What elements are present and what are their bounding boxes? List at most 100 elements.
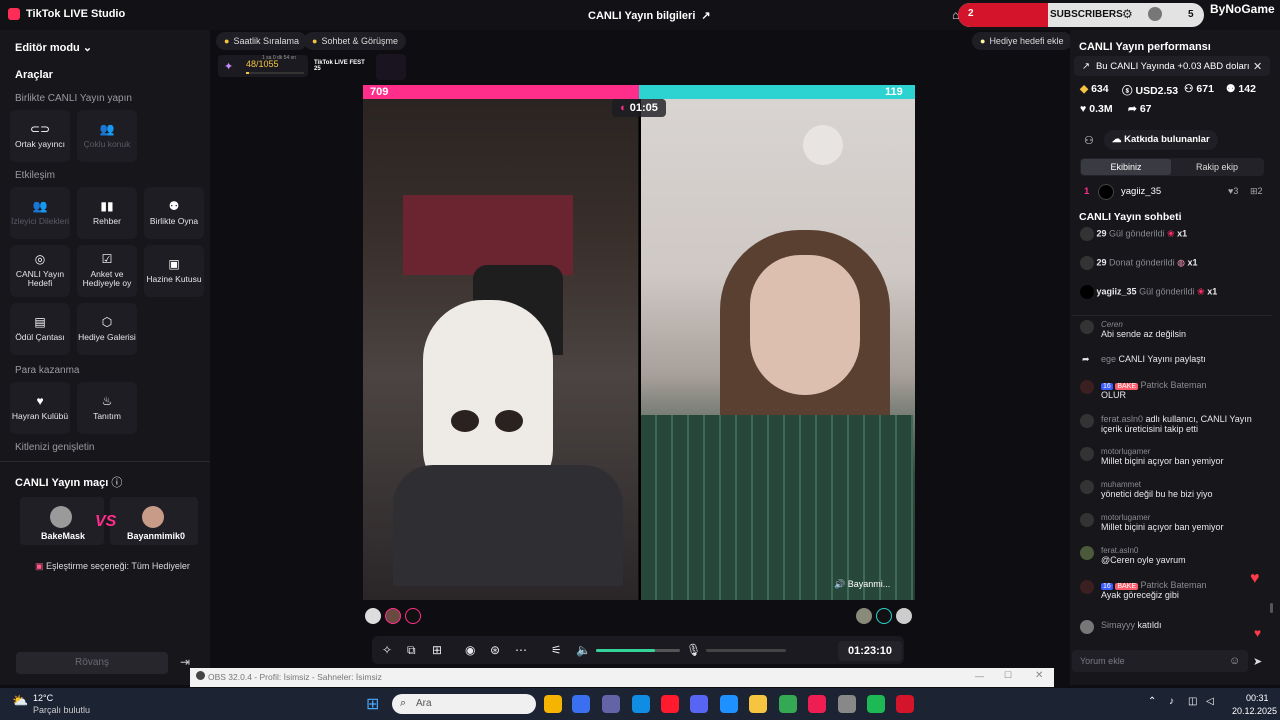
share-icon[interactable]: ↗ xyxy=(701,9,710,22)
chat-scrollbar[interactable] xyxy=(1270,603,1273,613)
match-option[interactable]: ▣ Eşleştirme seçeneği: Tüm Hediyeler xyxy=(35,561,190,572)
discord-icon[interactable] xyxy=(690,695,708,713)
live-info-title[interactable]: CANLI Yayın bilgileri ↗ xyxy=(588,9,711,23)
avatar[interactable] xyxy=(896,608,912,624)
speaker-icon[interactable]: 🔈 xyxy=(576,643,591,657)
chat-username[interactable]: Ceren xyxy=(1101,320,1260,329)
gift-count: 29 xyxy=(1096,257,1107,268)
chat-username[interactable]: Simayyy xyxy=(1101,620,1135,630)
heart-icon: ♥ xyxy=(1080,103,1087,115)
mail-icon[interactable] xyxy=(720,695,738,713)
speaker-icon[interactable]: 🔊 xyxy=(834,579,848,589)
checkbox-icon: ☑ xyxy=(101,251,113,266)
chat-username[interactable]: ege xyxy=(1101,354,1116,364)
magic-icon[interactable]: ✧ xyxy=(382,643,392,657)
divider xyxy=(0,461,210,462)
host-shirt xyxy=(393,465,623,586)
tile-cohost[interactable]: ⊂⊃ Ortak yayıncı xyxy=(10,110,70,162)
volume-icon[interactable]: ◁ xyxy=(1206,696,1214,707)
chat-username[interactable]: motorlugamer xyxy=(1101,513,1260,522)
edge-icon[interactable] xyxy=(632,695,650,713)
app-icon[interactable] xyxy=(838,695,856,713)
avatar xyxy=(1080,447,1094,461)
weather-desc[interactable]: Parçalı bulutlu xyxy=(33,705,90,715)
chat-username[interactable]: motorlugamer xyxy=(1101,447,1260,456)
rematch-button[interactable]: Rövanş xyxy=(16,652,168,674)
close-icon[interactable]: ✕ xyxy=(1253,60,1262,73)
minimize-icon[interactable]: — xyxy=(975,671,984,681)
folder-icon[interactable] xyxy=(749,695,767,713)
tiktok-icon[interactable] xyxy=(808,695,826,713)
gift-progress-sub: 1 sa 0 dk 54 sn xyxy=(262,55,296,61)
chrome-icon[interactable] xyxy=(544,695,562,713)
chat-username[interactable]: ferat.asln0 xyxy=(1101,546,1260,555)
tile-gift-gallery[interactable]: ⬡ Hediye Galerisi xyxy=(77,303,137,355)
chip-hourly-ranking[interactable]: ● Saatlik Sıralama xyxy=(216,32,307,50)
taskbar-search[interactable]: Ara xyxy=(392,694,536,714)
avatar[interactable] xyxy=(365,608,381,624)
user-icon: ⚉ xyxy=(168,198,180,213)
microphone-icon[interactable]: 🎙 xyxy=(686,643,701,657)
settings-sliders-icon[interactable]: ⚟ xyxy=(551,643,562,657)
tab-rival-team[interactable]: Rakip ekip xyxy=(1172,159,1262,175)
avatar[interactable] xyxy=(876,608,892,624)
tile-viewer-requests[interactable]: 👥 İzleyici Dilekleri xyxy=(10,187,70,239)
stat-likes-value: 0.3M xyxy=(1089,103,1113,115)
editor-mode-dropdown[interactable]: Editör modu ⌄ xyxy=(15,41,92,54)
user-add-icon[interactable]: ⚇ xyxy=(1084,134,1094,147)
tile-play-together[interactable]: ⚉ Birlikte Oyna xyxy=(144,187,204,239)
obs-taskbar-preview[interactable]: OBS 32.0.4 - Profil: İsimsiz - Sahneler:… xyxy=(190,668,1054,687)
emoji-icon[interactable]: ☺ xyxy=(1229,655,1240,667)
tile-promote[interactable]: ♨ Tanıtım xyxy=(77,382,137,434)
clock-time[interactable]: 00:31 xyxy=(1246,693,1269,703)
maximize-icon[interactable]: ☐ xyxy=(1004,670,1012,681)
live-fest-badge[interactable]: TikTok LIVE FEST 25 xyxy=(314,60,366,72)
tile-guide[interactable]: ▮▮ Rehber xyxy=(77,187,137,239)
opponent-face xyxy=(750,255,860,395)
store-icon[interactable] xyxy=(572,695,590,713)
tile-treasure-box[interactable]: ▣ Hazine Kutusu xyxy=(144,245,204,297)
exit-icon[interactable]: ⇥ xyxy=(180,655,190,669)
weather-icon[interactable]: ⛅ xyxy=(12,693,28,709)
add-source-icon[interactable]: ⊞ xyxy=(432,643,442,657)
chat-username[interactable]: Patrick Bateman xyxy=(1141,580,1207,590)
mic-level-slider[interactable] xyxy=(706,649,786,652)
app-icon[interactable] xyxy=(867,695,885,713)
opera-icon[interactable] xyxy=(661,695,679,713)
fest-icon[interactable] xyxy=(376,54,406,80)
add-gift-goal-button[interactable]: ● Hediye hedefi ekle xyxy=(972,32,1072,50)
comment-input[interactable]: Yorum ekle xyxy=(1072,650,1248,672)
weather-temp[interactable]: 12°C xyxy=(33,693,53,703)
avatar[interactable] xyxy=(405,608,421,624)
send-icon[interactable]: ➤ xyxy=(1253,655,1262,668)
tile-live-goal[interactable]: ◎ CANLI Yayın Hedefi xyxy=(10,245,70,297)
tile-reward-bag[interactable]: ▤ Ödül Çantası xyxy=(10,303,70,355)
chat-username[interactable]: ferat.asln0 xyxy=(1101,414,1143,424)
chip-chat-meet[interactable]: ● Sohbet & Görüşme xyxy=(304,32,406,50)
more-icon[interactable]: ⋯ xyxy=(515,643,527,657)
tiktok-logo-icon xyxy=(8,8,20,20)
clock-date[interactable]: 20.12.2025 xyxy=(1232,706,1277,716)
record-icon[interactable]: ◉ xyxy=(465,643,475,657)
tile-poll[interactable]: ☑ Anket ve Hediyeyle oy xyxy=(77,245,137,297)
chat-username[interactable]: muhammet xyxy=(1101,480,1260,489)
tab-your-team[interactable]: Ekibiniz xyxy=(1081,159,1171,175)
close-icon[interactable]: ✕ xyxy=(1035,670,1043,681)
network-icon[interactable]: ◫ xyxy=(1188,696,1197,707)
microphone-icon[interactable]: ♪ xyxy=(1169,696,1174,707)
chevron-up-icon[interactable]: ⌃ xyxy=(1148,696,1156,707)
tile-multi-guest[interactable]: 👥 Çoklu konuk xyxy=(77,110,137,162)
teams-icon[interactable] xyxy=(602,695,620,713)
chat-username[interactable]: Patrick Bateman xyxy=(1141,380,1207,390)
chrome-icon[interactable] xyxy=(779,695,797,713)
contributors-button[interactable]: ☁ Katkıda bulunanlar xyxy=(1104,130,1218,150)
tile-fan-club[interactable]: ♥ Hayran Kulübü xyxy=(10,382,70,434)
windows-start-icon[interactable]: ⊞ xyxy=(366,694,379,714)
avatar[interactable] xyxy=(856,608,872,624)
avatar[interactable] xyxy=(385,608,401,624)
layout-icon[interactable]: ⧉ xyxy=(407,643,416,658)
help-icon[interactable]: ⓘ xyxy=(111,477,122,489)
app-icon[interactable] xyxy=(896,695,914,713)
rank-username[interactable]: yagiiz_35 xyxy=(1121,186,1161,197)
effects-icon[interactable]: ⊛ xyxy=(490,643,500,657)
